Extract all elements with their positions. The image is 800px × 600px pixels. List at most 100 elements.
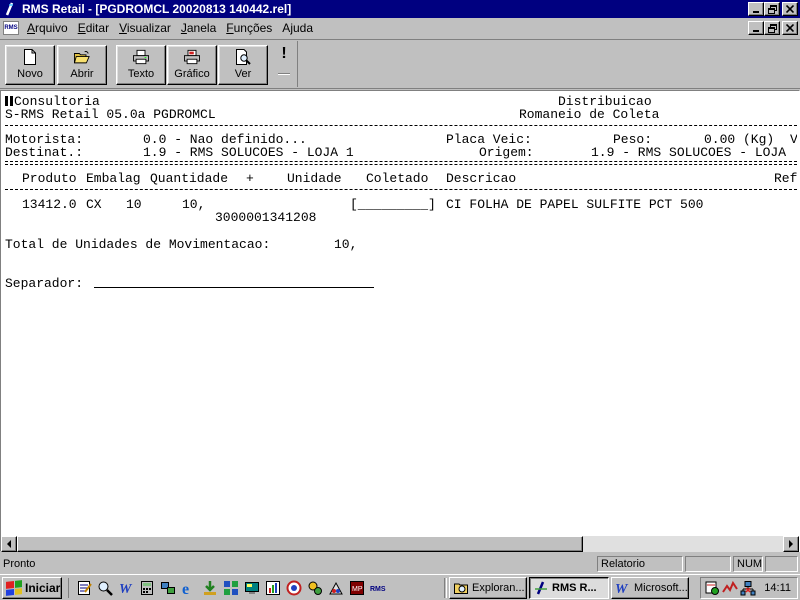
menu-editar[interactable]: Editar bbox=[73, 21, 114, 35]
abrir-label: Abrir bbox=[70, 68, 94, 80]
task-microsoft[interactable]: W Microsoft... bbox=[611, 577, 689, 599]
globe-icon[interactable] bbox=[285, 579, 303, 597]
paint-icon[interactable] bbox=[327, 579, 345, 597]
trail-v: V bbox=[790, 132, 797, 147]
clock[interactable]: 14:11 bbox=[764, 582, 791, 594]
minimize-icon bbox=[753, 11, 759, 13]
scroll-left-button[interactable] bbox=[1, 536, 17, 552]
col-plus: + bbox=[246, 171, 254, 186]
status-pane-report: Relatorio bbox=[597, 556, 683, 572]
exclamation-icon[interactable]: ! bbox=[276, 45, 292, 85]
abrir-button[interactable]: Abrir bbox=[57, 45, 107, 85]
total-value: 10, bbox=[334, 237, 358, 252]
scroll-thumb[interactable] bbox=[17, 536, 583, 552]
print-graphic-icon bbox=[184, 49, 200, 65]
task-rms[interactable]: RMS R... bbox=[529, 577, 609, 599]
start-button[interactable]: Iniciar bbox=[2, 577, 62, 599]
svg-text:W: W bbox=[119, 582, 133, 596]
col-coletado: Coletado bbox=[366, 171, 429, 186]
tools-icon[interactable] bbox=[306, 579, 324, 597]
doc-minimize-button[interactable] bbox=[748, 21, 764, 35]
status-pane-empty bbox=[685, 556, 731, 572]
grid-app-icon[interactable] bbox=[222, 579, 240, 597]
status-bar: Pronto Relatorio NUM bbox=[0, 554, 800, 574]
ver-button[interactable]: Ver bbox=[218, 45, 268, 85]
svg-text:e: e bbox=[182, 581, 189, 596]
title-bar[interactable]: RMS Retail - [PGDROMCL 20020813 140442.r… bbox=[0, 0, 800, 18]
item-embalag: CX bbox=[86, 197, 102, 212]
menu-janela[interactable]: Janela bbox=[176, 21, 221, 35]
novo-button[interactable]: Novo bbox=[5, 45, 55, 85]
svg-text:MP: MP bbox=[352, 586, 363, 593]
word-icon: W bbox=[615, 580, 631, 596]
report-doc-title: Romaneio de Coleta bbox=[519, 107, 660, 122]
grafico-button[interactable]: Gráfico bbox=[167, 45, 217, 85]
menu-visualizar[interactable]: Visualizar bbox=[114, 21, 176, 35]
rms-app-icon[interactable] bbox=[2, 1, 18, 17]
col-produto: Produto bbox=[22, 171, 77, 186]
destinat-label: Destinat.: bbox=[5, 145, 84, 160]
doc-restore-button[interactable] bbox=[764, 21, 780, 35]
report-system: S-RMS Retail 05.0a PGDROMCL bbox=[5, 107, 216, 122]
calculator-icon[interactable] bbox=[138, 579, 156, 597]
task-label: Exploran... bbox=[472, 582, 525, 594]
col-descricao: Descricao bbox=[446, 171, 517, 186]
explorer-icon bbox=[453, 580, 469, 596]
rms-app-icon bbox=[533, 580, 549, 596]
divider bbox=[5, 189, 797, 190]
status-pane-empty2 bbox=[765, 556, 798, 572]
origem-label: Origem: bbox=[479, 145, 534, 160]
restore-button[interactable] bbox=[764, 2, 780, 16]
novo-label: Novo bbox=[17, 68, 43, 80]
svg-text:RMS: RMS bbox=[370, 586, 386, 593]
minimize-button[interactable] bbox=[748, 2, 764, 16]
network-tray-icon[interactable] bbox=[740, 580, 756, 596]
horizontal-scrollbar[interactable] bbox=[1, 536, 799, 552]
col-quantidade: Quantidade bbox=[150, 171, 229, 186]
separador-signature-line bbox=[94, 287, 374, 288]
word-icon[interactable]: W bbox=[117, 579, 135, 597]
windows-logo-icon bbox=[6, 580, 22, 596]
menu-funcoes[interactable]: Funções bbox=[221, 21, 277, 35]
download-icon[interactable] bbox=[201, 579, 219, 597]
item-emb-qtd: 10 bbox=[126, 197, 142, 212]
doc-close-button[interactable] bbox=[782, 21, 798, 35]
rms-quick-icon[interactable]: RMS bbox=[369, 579, 387, 597]
ver-label: Ver bbox=[234, 68, 252, 80]
activity-tray-icon[interactable] bbox=[722, 580, 738, 596]
divider bbox=[5, 125, 797, 126]
new-document-icon bbox=[22, 49, 38, 65]
col-ref: Ref bbox=[774, 171, 797, 186]
item-descricao: CI FOLHA DE PAPEL SULFITE PCT 500 bbox=[446, 197, 704, 212]
taskbar: Iniciar W e MP RMS Exploran... RMS R... … bbox=[0, 574, 800, 600]
report-page: Consultoria Distribuicao S-RMS Retail 05… bbox=[1, 91, 797, 535]
scroll-right-button[interactable] bbox=[783, 536, 799, 552]
status-text: Pronto bbox=[3, 558, 36, 570]
report-viewer[interactable]: Consultoria Distribuicao S-RMS Retail 05… bbox=[0, 90, 800, 552]
chart-app-icon[interactable] bbox=[264, 579, 282, 597]
task-label: Microsoft... bbox=[634, 582, 688, 594]
destinat-value: 1.9 - RMS SOLUCOES - LOJA 1 bbox=[143, 145, 354, 160]
origem-value: 1.9 - RMS SOLUCOES - LOJA bbox=[591, 145, 787, 160]
texto-button[interactable]: Texto bbox=[116, 45, 166, 85]
close-button[interactable] bbox=[782, 2, 798, 16]
notepad-icon[interactable] bbox=[75, 579, 93, 597]
menu-arquivo[interactable]: Arquivo bbox=[22, 21, 73, 35]
open-folder-icon bbox=[74, 49, 90, 65]
document-system-menu-icon[interactable]: RMS bbox=[3, 21, 19, 35]
task-explorer[interactable]: Exploran... bbox=[449, 577, 527, 599]
find-icon[interactable] bbox=[96, 579, 114, 597]
menu-ajuda[interactable]: Ajuda bbox=[277, 21, 318, 35]
media-icon[interactable]: MP bbox=[348, 579, 366, 597]
item-ean: 3000001341208 bbox=[215, 210, 317, 225]
item-produto: 13412.0 bbox=[22, 197, 77, 212]
exclamation-glyph: ! bbox=[281, 45, 287, 62]
scheduler-tray-icon[interactable] bbox=[704, 580, 720, 596]
restore-icon bbox=[767, 4, 777, 14]
network-icon[interactable] bbox=[159, 579, 177, 597]
monitor-icon[interactable] bbox=[243, 579, 261, 597]
quick-launch: W e MP RMS bbox=[68, 578, 387, 598]
print-text-icon bbox=[133, 49, 149, 65]
svg-text:W: W bbox=[615, 582, 629, 596]
internet-explorer-icon[interactable]: e bbox=[180, 579, 198, 597]
